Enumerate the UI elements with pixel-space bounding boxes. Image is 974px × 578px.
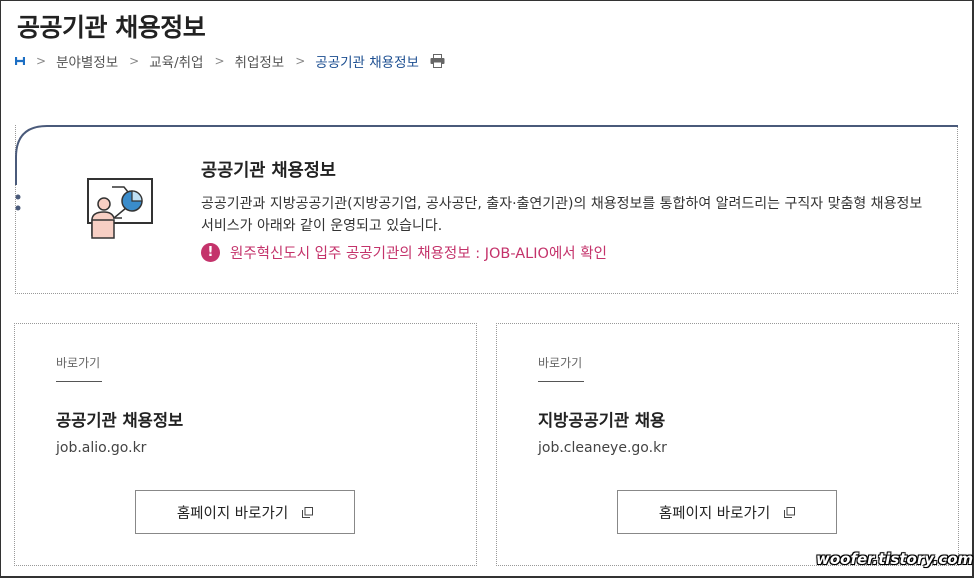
watermark: woofer.tistory.com	[816, 550, 974, 568]
card-public-institution: 바로가기 공공기관 채용정보 job.alio.go.kr 홈페이지 바로가기	[14, 323, 477, 566]
notice-text: 원주혁신도시 입주 공공기관의 채용정보 : JOB-ALIO에서 확인	[230, 246, 607, 262]
card-tag: 바로가기	[56, 354, 102, 382]
home-icon[interactable]	[15, 56, 25, 66]
intro-title: 공공기관 채용정보	[201, 161, 336, 181]
exclamation-icon: !	[201, 243, 220, 262]
external-link-icon	[302, 506, 314, 518]
homepage-link-button[interactable]: 홈페이지 바로가기	[617, 490, 837, 534]
card-tag: 바로가기	[538, 354, 584, 382]
dots-decoration	[15, 194, 21, 211]
button-label: 홈페이지 바로가기	[176, 505, 289, 522]
chevron-right-icon: >	[36, 54, 47, 68]
chevron-right-icon: >	[214, 54, 225, 68]
homepage-link-button[interactable]: 홈페이지 바로가기	[135, 490, 355, 534]
button-label: 홈페이지 바로가기	[658, 505, 771, 522]
breadcrumb-item-education-employment[interactable]: 교육/취업	[149, 51, 203, 71]
chevron-right-icon: >	[295, 54, 306, 68]
card-url: job.cleaneye.go.kr	[538, 440, 667, 456]
external-link-icon	[784, 506, 796, 518]
breadcrumb-current: 공공기관 채용정보	[315, 55, 419, 71]
presentation-icon	[82, 176, 158, 240]
card-title: 공공기관 채용정보	[56, 411, 184, 430]
intro-description: 공공기관과 지방공공기관(지방공기업, 공사공단, 출자·출연기관)의 채용정보…	[201, 196, 923, 234]
notice: ! 원주혁신도시 입주 공공기관의 채용정보 : JOB-ALIO에서 확인	[201, 242, 607, 263]
breadcrumb-item-field-info[interactable]: 분야별정보	[56, 51, 118, 71]
card-title: 지방공공기관 채용	[538, 411, 666, 430]
chevron-right-icon: >	[129, 54, 140, 68]
card-local-public-institution: 바로가기 지방공공기관 채용 job.cleaneye.go.kr 홈페이지 바…	[496, 323, 959, 566]
card-url: job.alio.go.kr	[56, 440, 147, 456]
page-title: 공공기관 채용정보	[17, 13, 206, 42]
breadcrumb: > 분야별정보 > 교육/취업 > 취업정보 > 공공기관 채용정보	[15, 51, 445, 71]
print-icon[interactable]	[430, 54, 445, 68]
breadcrumb-item-employment-info[interactable]: 취업정보	[235, 51, 285, 71]
